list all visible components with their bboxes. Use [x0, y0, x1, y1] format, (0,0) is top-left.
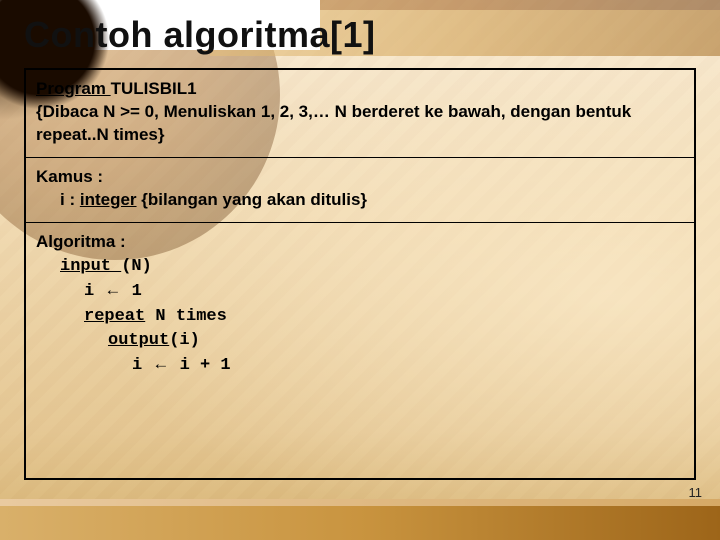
algo-repeat-times: N times: [145, 307, 227, 326]
algo-input-arg: (N): [121, 257, 152, 276]
slide-title: Contoh algoritma[1]: [24, 14, 375, 56]
program-desc: {Dibaca N >= 0, Menuliskan 1, 2, 3,… N b…: [36, 102, 631, 144]
program-name: TULISBIL1: [111, 79, 197, 98]
kamus-type: integer: [80, 190, 137, 209]
kamus-comment: {bilangan yang akan ditulis}: [137, 190, 368, 209]
program-section: Program TULISBIL1 {Dibaca N >= 0, Menuli…: [26, 70, 694, 158]
algo-assign-i: i: [84, 282, 104, 301]
kamus-label: Kamus :: [36, 167, 103, 186]
algo-output-arg: (i): [169, 331, 200, 350]
code-box: Program TULISBIL1 {Dibaca N >= 0, Menuli…: [24, 68, 696, 480]
algo-output: output: [108, 331, 169, 350]
algo-label: Algoritma :: [36, 232, 126, 251]
arrow-icon: ←: [152, 354, 169, 373]
program-label: Program: [36, 79, 111, 98]
arrow-icon: ←: [104, 280, 121, 299]
algo-incr-expr: i + 1: [169, 356, 230, 375]
algoritma-section: Algoritma : input (N) i ← 1 repeat N tim…: [26, 223, 694, 389]
page-number: 11: [689, 485, 703, 500]
algo-input: input: [60, 257, 121, 276]
algo-incr-i: i: [132, 356, 152, 375]
kamus-var: i :: [60, 190, 80, 209]
algo-assign-1: 1: [121, 282, 141, 301]
algo-repeat: repeat: [84, 307, 145, 326]
kamus-section: Kamus : i : integer {bilangan yang akan …: [26, 158, 694, 223]
